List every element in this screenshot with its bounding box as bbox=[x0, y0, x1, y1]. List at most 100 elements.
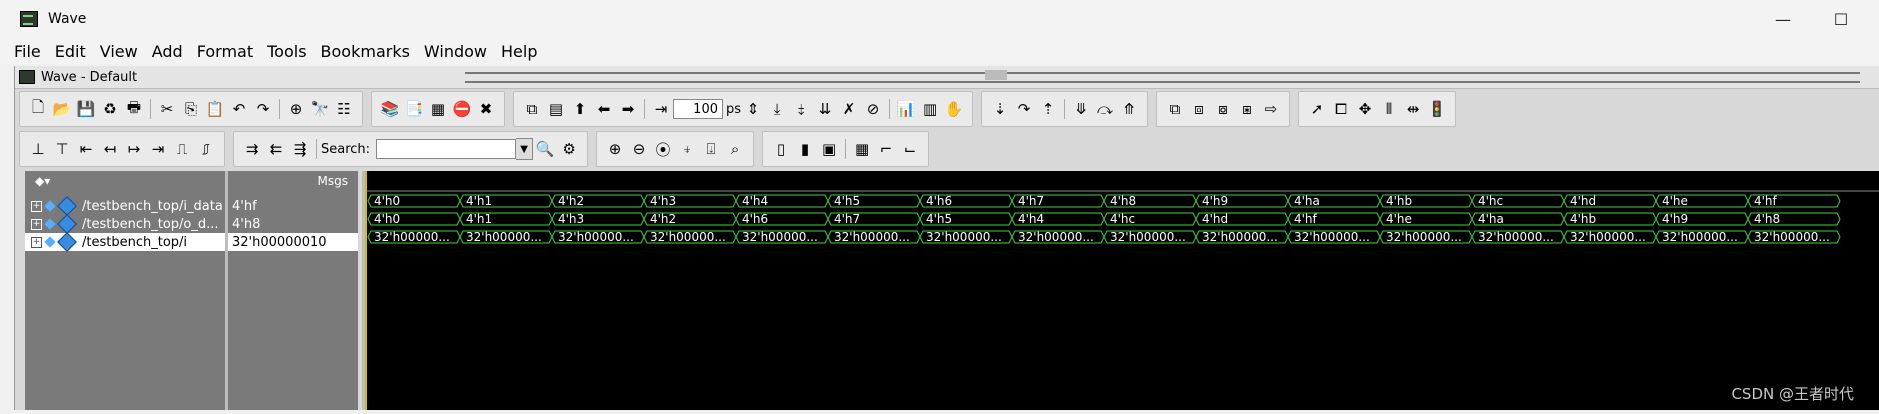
cut-icon[interactable]: ✂ bbox=[156, 98, 178, 120]
layout-2-icon[interactable]: ⧈ bbox=[1188, 98, 1210, 120]
search-options-icon[interactable]: ⚙ bbox=[558, 138, 580, 160]
zoom-region-icon[interactable]: ⌕ bbox=[724, 138, 746, 160]
prev-edge-icon[interactable]: ↤ bbox=[99, 138, 121, 160]
layers-icon[interactable]: ◆▾ bbox=[35, 174, 50, 188]
expand-icon[interactable]: + bbox=[31, 200, 42, 212]
reload-icon[interactable]: ♻ bbox=[99, 98, 121, 120]
traffic-light-icon[interactable]: 🚦 bbox=[1426, 98, 1448, 120]
insert-cursor-icon[interactable]: ⊥ bbox=[27, 138, 49, 160]
menu-view[interactable]: View bbox=[100, 42, 138, 61]
menu-edit[interactable]: Edit bbox=[55, 42, 86, 61]
analog-format-icon[interactable]: ⌙ bbox=[899, 138, 921, 160]
right-arrow-icon[interactable]: ➡ bbox=[617, 98, 639, 120]
signal-row-selected[interactable]: + /testbench_top/i bbox=[25, 232, 225, 252]
step-into-icon[interactable]: ⇣ bbox=[989, 98, 1011, 120]
print-icon[interactable]: 🖶 bbox=[123, 98, 145, 120]
new-file-icon[interactable]: 🗋 bbox=[27, 98, 49, 120]
pan-mode-icon[interactable]: ✥ bbox=[1354, 98, 1376, 120]
up-arrow-icon[interactable]: ⬆ bbox=[569, 98, 591, 120]
step-up-icon[interactable]: ⤊ bbox=[1118, 98, 1140, 120]
waveform-pane[interactable]: 4'h0 4'h1 4'h2 4'h3 4'h4 4'h5 4'h6 4'h7 4'h8 4'h9… bbox=[362, 171, 1879, 410]
event-format-icon[interactable]: ▣ bbox=[818, 138, 840, 160]
run-length-unit[interactable]: ps bbox=[726, 102, 741, 117]
last-edge-icon[interactable]: ⇥ bbox=[147, 138, 169, 160]
insert-breakpoint-icon[interactable]: ⊕ bbox=[285, 98, 307, 120]
waveform-canvas[interactable]: 4'h0 4'h1 4'h2 4'h3 4'h4 4'h5 4'h6 4'h7 4'h8 4'h9… bbox=[365, 171, 1879, 410]
memory-icon[interactable]: ▥ bbox=[919, 98, 941, 120]
wave-options-icon[interactable]: ▤ bbox=[545, 98, 567, 120]
literal-format-icon[interactable]: ▯ bbox=[770, 138, 792, 160]
menu-file[interactable]: File bbox=[14, 42, 41, 61]
zoom-in-icon[interactable]: ⊕ bbox=[604, 138, 626, 160]
expand-icon[interactable]: + bbox=[31, 236, 42, 248]
menu-window[interactable]: Window bbox=[424, 42, 487, 61]
subwindow-title-bar[interactable]: Wave - Default bbox=[15, 66, 1879, 89]
rising-edge-icon[interactable]: ⎎ bbox=[195, 138, 217, 160]
zoom-cursors-icon[interactable]: ⍗ bbox=[700, 138, 722, 160]
falling-edge-icon[interactable]: ⎍ bbox=[171, 138, 193, 160]
search-binoculars-icon[interactable]: 🔍 bbox=[534, 138, 556, 160]
paste-icon[interactable]: 📋 bbox=[204, 98, 226, 120]
signal-row[interactable]: + /testbench_top/i_data bbox=[25, 196, 225, 216]
simulate-icon[interactable]: ▦ bbox=[427, 98, 449, 120]
stretch-mode-icon[interactable]: ⇹ bbox=[1402, 98, 1424, 120]
left-arrow-icon[interactable]: ⬅ bbox=[593, 98, 615, 120]
save-icon[interactable]: 💾 bbox=[75, 98, 97, 120]
step-over-down-icon[interactable]: ⤼ bbox=[1094, 98, 1116, 120]
logic-format-icon[interactable]: ▮ bbox=[794, 138, 816, 160]
zoom-cursor-icon[interactable]: ⍖ bbox=[676, 138, 698, 160]
run-length-input[interactable]: 100 bbox=[673, 99, 723, 119]
spinner-icon[interactable]: ⇕ bbox=[742, 98, 764, 120]
menu-add[interactable]: Add bbox=[152, 42, 183, 61]
step-down-icon[interactable]: ⤋ bbox=[1070, 98, 1092, 120]
expand-icon[interactable]: + bbox=[31, 218, 42, 230]
chevron-down-icon[interactable]: ▼ bbox=[516, 138, 534, 160]
hand-icon[interactable]: ✋ bbox=[943, 98, 965, 120]
grid-format-icon[interactable]: ▦ bbox=[851, 138, 873, 160]
step-out-icon[interactable]: ⇡ bbox=[1037, 98, 1059, 120]
collapse-icon[interactable]: ☷ bbox=[333, 98, 355, 120]
continue-icon[interactable]: ⤈ bbox=[790, 98, 812, 120]
next-edge-icon[interactable]: ↦ bbox=[123, 138, 145, 160]
menu-bookmarks[interactable]: Bookmarks bbox=[321, 42, 410, 61]
layout-5-icon[interactable]: ⇨ bbox=[1260, 98, 1282, 120]
run-icon[interactable]: ⤓ bbox=[766, 98, 788, 120]
menu-tools[interactable]: Tools bbox=[267, 42, 306, 61]
compile-icon[interactable]: 📚 bbox=[379, 98, 401, 120]
minimize-button[interactable]: — bbox=[1760, 6, 1806, 32]
zoom-out-icon[interactable]: ⊖ bbox=[628, 138, 650, 160]
edit-mode-icon[interactable]: ⫴ bbox=[1378, 98, 1400, 120]
run-length-icon[interactable]: ⇥ bbox=[650, 98, 672, 120]
menu-format[interactable]: Format bbox=[197, 42, 253, 61]
run-all-icon[interactable]: ⇊ bbox=[814, 98, 836, 120]
performance-icon[interactable]: 📊 bbox=[895, 98, 917, 120]
compile-all-icon[interactable]: 📑 bbox=[403, 98, 425, 120]
layout-3-icon[interactable]: ⧇ bbox=[1212, 98, 1234, 120]
step-over-icon[interactable]: ↷ bbox=[1013, 98, 1035, 120]
redo-icon[interactable]: ↷ bbox=[252, 98, 274, 120]
restart-icon[interactable]: ⧉ bbox=[521, 98, 543, 120]
end-simulation-icon[interactable]: ✖ bbox=[475, 98, 497, 120]
layout-1-icon[interactable]: ⧉ bbox=[1164, 98, 1186, 120]
first-edge-icon[interactable]: ⇤ bbox=[75, 138, 97, 160]
filter-icon[interactable]: ⇶ bbox=[289, 138, 311, 160]
break-sim-icon[interactable]: ✗ bbox=[838, 98, 860, 120]
maximize-button[interactable]: ☐ bbox=[1818, 6, 1864, 32]
search-input[interactable] bbox=[376, 139, 517, 159]
undo-icon[interactable]: ↶ bbox=[228, 98, 250, 120]
zoom-full-icon[interactable]: ⦿ bbox=[652, 138, 674, 160]
grip-handle-icon[interactable] bbox=[985, 70, 1007, 80]
step-format-icon[interactable]: ⌐ bbox=[875, 138, 897, 160]
menu-help[interactable]: Help bbox=[501, 42, 537, 61]
copy-icon[interactable]: ⎘ bbox=[180, 98, 202, 120]
open-folder-icon[interactable]: 📂 bbox=[51, 98, 73, 120]
signal-row[interactable]: + /testbench_top/o_d... bbox=[25, 214, 225, 234]
drag-grip[interactable] bbox=[465, 72, 1860, 83]
delete-cursor-icon[interactable]: ⊤ bbox=[51, 138, 73, 160]
find-icon[interactable]: 🔭 bbox=[309, 98, 331, 120]
zoom-mode-icon[interactable]: ⧠ bbox=[1330, 98, 1352, 120]
break-icon[interactable]: ⛔ bbox=[451, 98, 473, 120]
collapse-signals-icon[interactable]: ⇇ bbox=[265, 138, 287, 160]
layout-4-icon[interactable]: ⧆ bbox=[1236, 98, 1258, 120]
select-mode-icon[interactable]: ➚ bbox=[1306, 98, 1328, 120]
